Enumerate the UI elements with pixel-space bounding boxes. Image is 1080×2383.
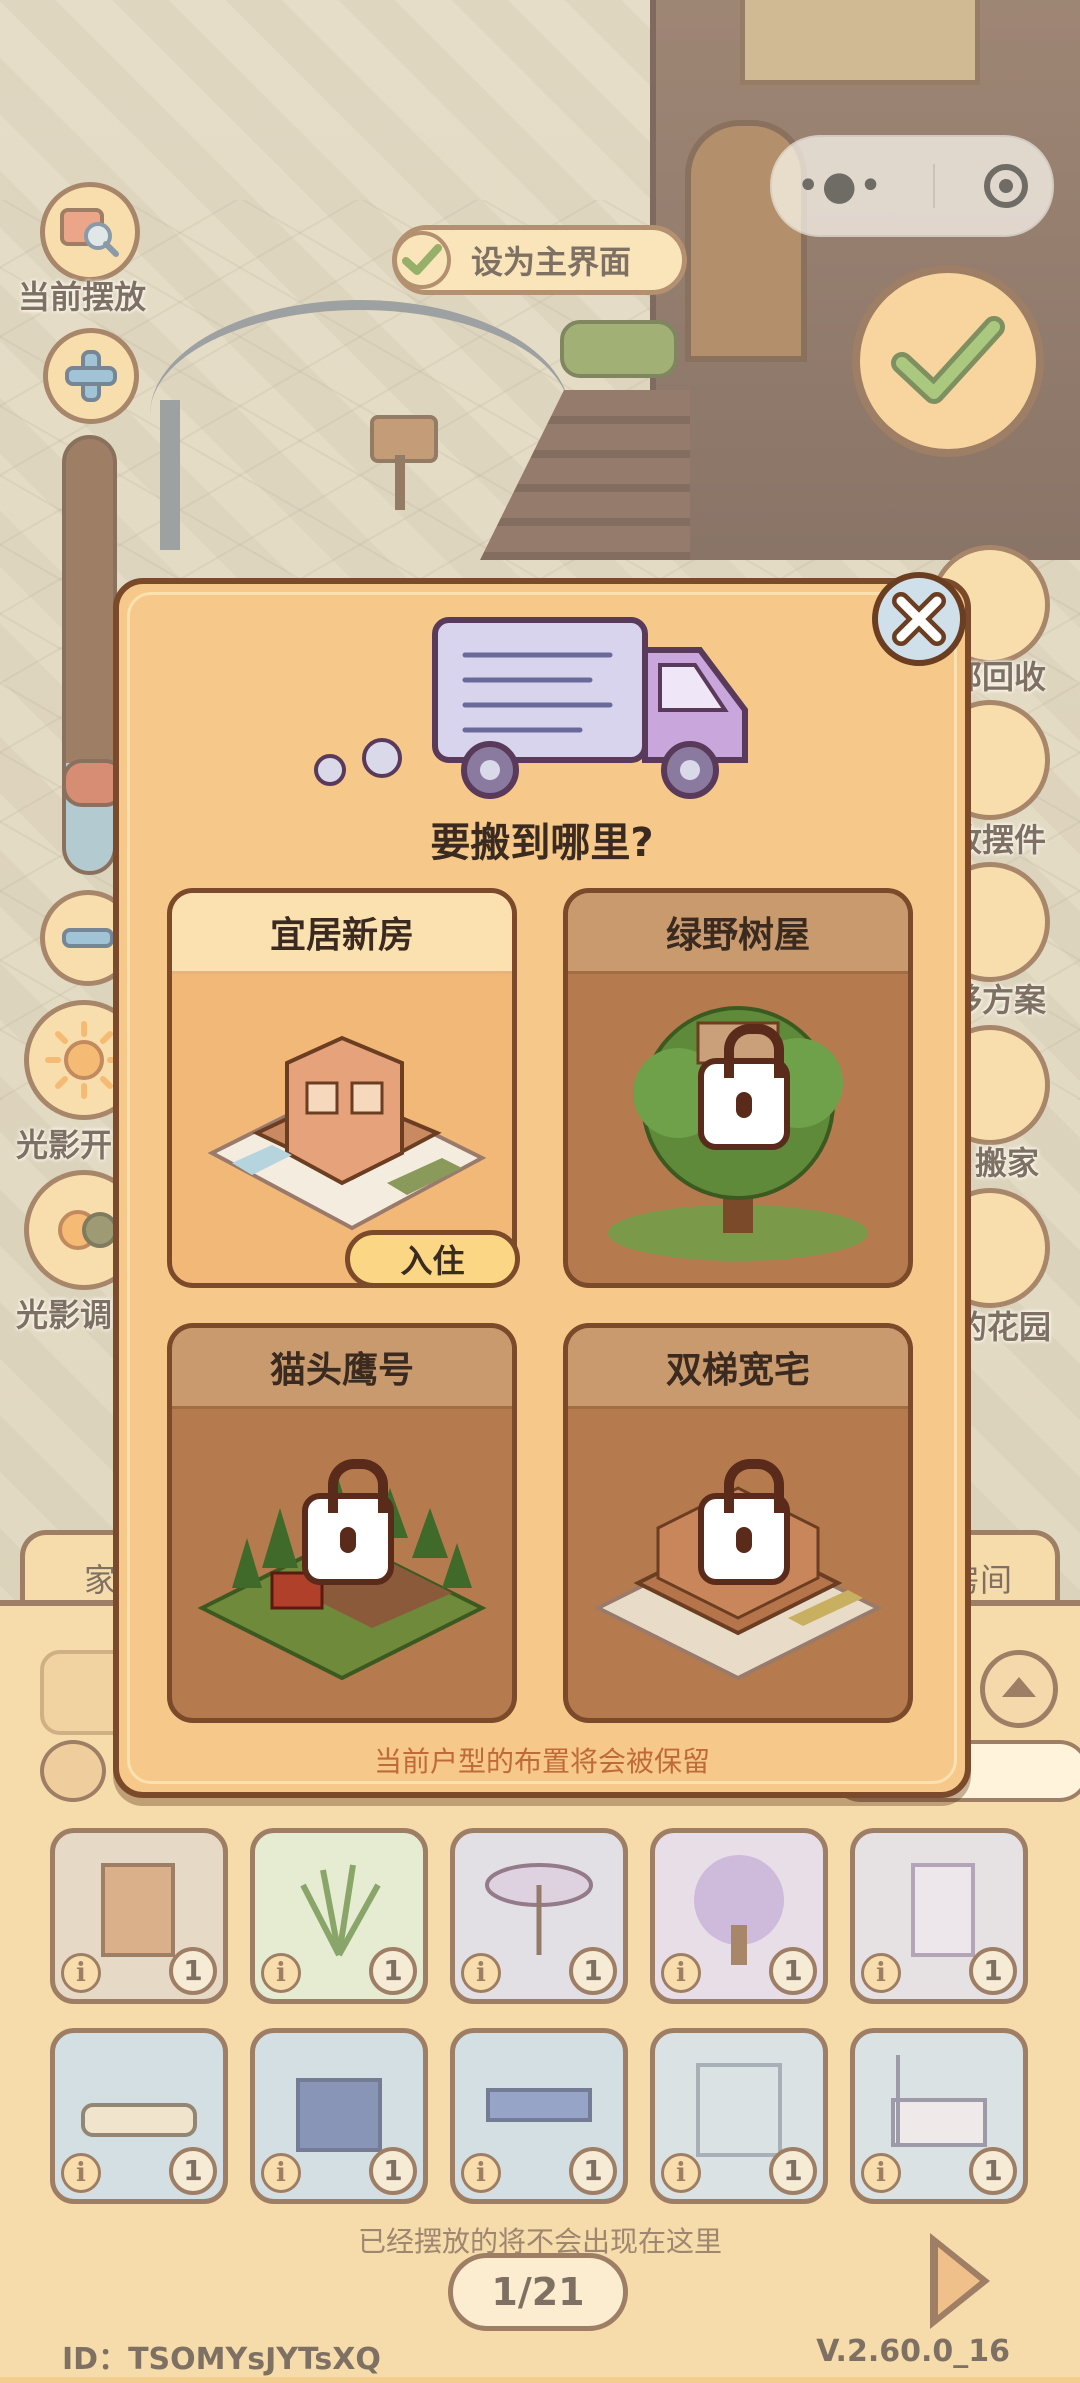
house-card-cozy[interactable]: 宜居新房 <box>167 888 517 1288</box>
truck-illustration <box>314 617 748 799</box>
move-in-label: 入住 <box>400 1242 465 1280</box>
lock-icon <box>302 1459 394 1585</box>
close-dialog-button[interactable] <box>872 572 966 666</box>
house-card-treehouse[interactable]: 绿野树屋 <box>563 888 913 1288</box>
house-card-double-stair[interactable]: 双梯宽宅 <box>563 1323 913 1723</box>
house-card-title: 绿野树屋 <box>568 893 908 974</box>
lock-icon <box>698 1024 790 1150</box>
dialog-title: 要搬到哪里? <box>430 820 654 866</box>
house-card-title: 双梯宽宅 <box>568 1328 908 1409</box>
house-card-title: 宜居新房 <box>172 893 512 974</box>
house-card-owl[interactable]: 猫头鹰号 <box>167 1323 517 1723</box>
lock-icon <box>698 1459 790 1585</box>
close-icon <box>892 592 946 646</box>
move-in-button[interactable]: 入住 <box>345 1230 520 1288</box>
house-card-title: 猫头鹰号 <box>172 1328 512 1409</box>
dialog-note: 当前户型的布置将会被保留 <box>373 1745 710 1778</box>
